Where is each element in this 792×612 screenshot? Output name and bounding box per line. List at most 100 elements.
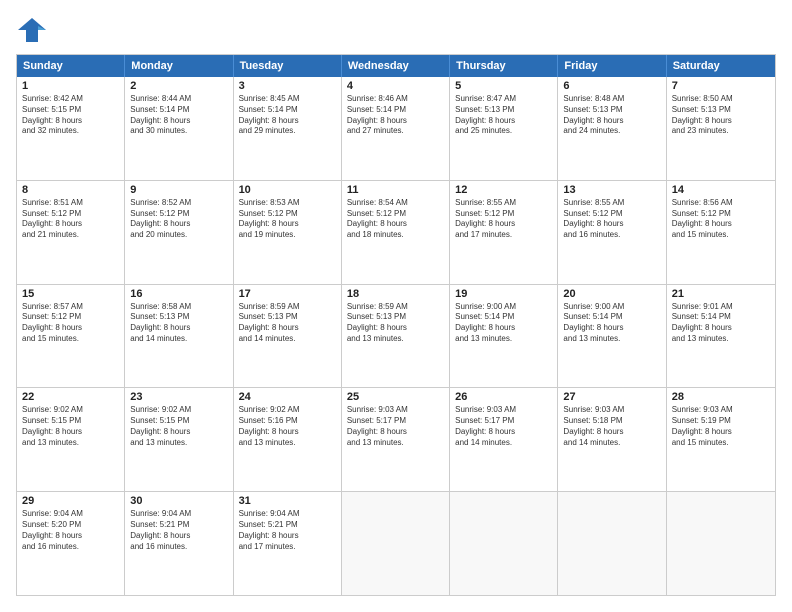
day-cell-30: 30Sunrise: 9:04 AMSunset: 5:21 PMDayligh… (125, 492, 233, 595)
weekday-header-wednesday: Wednesday (342, 55, 450, 77)
day-number: 29 (22, 495, 119, 507)
day-number: 24 (239, 391, 336, 403)
day-info: Sunrise: 8:56 AMSunset: 5:12 PMDaylight:… (672, 198, 770, 241)
day-number: 5 (455, 80, 552, 92)
day-number: 2 (130, 80, 227, 92)
day-info: Sunrise: 9:00 AMSunset: 5:14 PMDaylight:… (455, 302, 552, 345)
day-info: Sunrise: 8:42 AMSunset: 5:15 PMDaylight:… (22, 94, 119, 137)
day-info: Sunrise: 8:58 AMSunset: 5:13 PMDaylight:… (130, 302, 227, 345)
weekday-header-sunday: Sunday (17, 55, 125, 77)
day-info: Sunrise: 8:53 AMSunset: 5:12 PMDaylight:… (239, 198, 336, 241)
day-cell-3: 3Sunrise: 8:45 AMSunset: 5:14 PMDaylight… (234, 77, 342, 180)
day-cell-14: 14 Sunrise: 8:56 AMSunset: 5:12 PMDayligh… (667, 181, 775, 284)
calendar-header: SundayMondayTuesdayWednesdayThursdayFrid… (17, 55, 775, 77)
empty-cell-4-6 (667, 492, 775, 595)
day-info: Sunrise: 8:48 AMSunset: 5:13 PMDaylight:… (563, 94, 660, 137)
day-number: 14 (672, 184, 770, 196)
day-info: Sunrise: 9:04 AMSunset: 5:21 PMDaylight:… (239, 509, 336, 552)
day-cell-29: 29 Sunrise: 9:04 AMSunset: 5:20 PMDayligh… (17, 492, 125, 595)
day-info: Sunrise: 8:44 AMSunset: 5:14 PMDaylight:… (130, 94, 227, 137)
day-info: Sunrise: 9:03 AMSunset: 5:17 PMDaylight:… (347, 405, 444, 448)
logo (16, 16, 52, 44)
day-info: Sunrise: 9:02 AMSunset: 5:16 PMDaylight:… (239, 405, 336, 448)
day-number: 12 (455, 184, 552, 196)
empty-cell-4-3 (342, 492, 450, 595)
day-number: 27 (563, 391, 660, 403)
day-info: Sunrise: 9:03 AMSunset: 5:18 PMDaylight:… (563, 405, 660, 448)
day-cell-6: 6 Sunrise: 8:48 AMSunset: 5:13 PMDaylight… (558, 77, 666, 180)
day-number: 9 (130, 184, 227, 196)
day-number: 31 (239, 495, 336, 507)
day-cell-1: 1 Sunrise: 8:42 AMSunset: 5:15 PMDaylight… (17, 77, 125, 180)
day-number: 23 (130, 391, 227, 403)
calendar-row-0: 1 Sunrise: 8:42 AMSunset: 5:15 PMDaylight… (17, 77, 775, 180)
page: SundayMondayTuesdayWednesdayThursdayFrid… (0, 0, 792, 612)
weekday-header-thursday: Thursday (450, 55, 558, 77)
day-cell-20: 20Sunrise: 9:00 AMSunset: 5:14 PMDayligh… (558, 285, 666, 388)
weekday-header-tuesday: Tuesday (234, 55, 342, 77)
day-cell-7: 7Sunrise: 8:50 AMSunset: 5:13 PMDaylight… (667, 77, 775, 180)
day-number: 11 (347, 184, 444, 196)
calendar: SundayMondayTuesdayWednesdayThursdayFrid… (16, 54, 776, 596)
day-cell-5: 5 Sunrise: 8:47 AMSunset: 5:13 PMDaylight… (450, 77, 558, 180)
day-number: 10 (239, 184, 336, 196)
calendar-row-2: 15 Sunrise: 8:57 AMSunset: 5:12 PMDayligh… (17, 284, 775, 388)
day-cell-12: 12Sunrise: 8:55 AMSunset: 5:12 PMDayligh… (450, 181, 558, 284)
day-info: Sunrise: 9:01 AMSunset: 5:14 PMDaylight:… (672, 302, 770, 345)
calendar-body: 1 Sunrise: 8:42 AMSunset: 5:15 PMDaylight… (17, 77, 775, 595)
day-number: 3 (239, 80, 336, 92)
day-info: Sunrise: 9:04 AMSunset: 5:21 PMDaylight:… (130, 509, 227, 552)
day-number: 6 (563, 80, 660, 92)
day-info: Sunrise: 9:03 AMSunset: 5:19 PMDaylight:… (672, 405, 770, 448)
day-info: Sunrise: 9:02 AMSunset: 5:15 PMDaylight:… (130, 405, 227, 448)
calendar-row-4: 29 Sunrise: 9:04 AMSunset: 5:20 PMDayligh… (17, 491, 775, 595)
day-cell-19: 19Sunrise: 9:00 AMSunset: 5:14 PMDayligh… (450, 285, 558, 388)
header (16, 16, 776, 44)
day-info: Sunrise: 9:02 AMSunset: 5:15 PMDaylight:… (22, 405, 119, 448)
day-cell-10: 10 Sunrise: 8:53 AMSunset: 5:12 PMDayligh… (234, 181, 342, 284)
empty-cell-4-4 (450, 492, 558, 595)
day-number: 4 (347, 80, 444, 92)
day-number: 21 (672, 288, 770, 300)
day-cell-18: 18 Sunrise: 8:59 AMSunset: 5:13 PMDayligh… (342, 285, 450, 388)
day-cell-26: 26 Sunrise: 9:03 AMSunset: 5:17 PMDayligh… (450, 388, 558, 491)
day-number: 13 (563, 184, 660, 196)
day-cell-27: 27 Sunrise: 9:03 AMSunset: 5:18 PMDayligh… (558, 388, 666, 491)
day-info: Sunrise: 8:52 AMSunset: 5:12 PMDaylight:… (130, 198, 227, 241)
day-info: Sunrise: 8:50 AMSunset: 5:13 PMDaylight:… (672, 94, 770, 137)
day-number: 18 (347, 288, 444, 300)
day-number: 28 (672, 391, 770, 403)
day-info: Sunrise: 9:03 AMSunset: 5:17 PMDaylight:… (455, 405, 552, 448)
day-number: 22 (22, 391, 119, 403)
day-cell-28: 28 Sunrise: 9:03 AMSunset: 5:19 PMDayligh… (667, 388, 775, 491)
day-info: Sunrise: 9:04 AMSunset: 5:20 PMDaylight:… (22, 509, 119, 552)
day-cell-4: 4 Sunrise: 8:46 AMSunset: 5:14 PMDaylight… (342, 77, 450, 180)
day-info: Sunrise: 8:59 AMSunset: 5:13 PMDaylight:… (239, 302, 336, 345)
day-cell-25: 25 Sunrise: 9:03 AMSunset: 5:17 PMDayligh… (342, 388, 450, 491)
day-cell-2: 2 Sunrise: 8:44 AMSunset: 5:14 PMDaylight… (125, 77, 233, 180)
day-number: 8 (22, 184, 119, 196)
weekday-header-saturday: Saturday (667, 55, 775, 77)
day-number: 1 (22, 80, 119, 92)
empty-cell-4-5 (558, 492, 666, 595)
calendar-row-3: 22 Sunrise: 9:02 AMSunset: 5:15 PMDayligh… (17, 387, 775, 491)
day-info: Sunrise: 8:47 AMSunset: 5:13 PMDaylight:… (455, 94, 552, 137)
day-number: 20 (563, 288, 660, 300)
day-cell-11: 11Sunrise: 8:54 AMSunset: 5:12 PMDayligh… (342, 181, 450, 284)
weekday-header-monday: Monday (125, 55, 233, 77)
weekday-header-friday: Friday (558, 55, 666, 77)
day-cell-9: 9 Sunrise: 8:52 AMSunset: 5:12 PMDaylight… (125, 181, 233, 284)
day-number: 15 (22, 288, 119, 300)
day-number: 25 (347, 391, 444, 403)
logo-icon (16, 16, 48, 44)
calendar-row-1: 8 Sunrise: 8:51 AMSunset: 5:12 PMDaylight… (17, 180, 775, 284)
day-info: Sunrise: 8:46 AMSunset: 5:14 PMDaylight:… (347, 94, 444, 137)
day-info: Sunrise: 8:55 AMSunset: 5:12 PMDaylight:… (563, 198, 660, 241)
day-cell-23: 23 Sunrise: 9:02 AMSunset: 5:15 PMDayligh… (125, 388, 233, 491)
day-number: 17 (239, 288, 336, 300)
day-cell-17: 17 Sunrise: 8:59 AMSunset: 5:13 PMDayligh… (234, 285, 342, 388)
day-number: 26 (455, 391, 552, 403)
day-info: Sunrise: 8:57 AMSunset: 5:12 PMDaylight:… (22, 302, 119, 345)
day-info: Sunrise: 8:51 AMSunset: 5:12 PMDaylight:… (22, 198, 119, 241)
day-info: Sunrise: 8:59 AMSunset: 5:13 PMDaylight:… (347, 302, 444, 345)
